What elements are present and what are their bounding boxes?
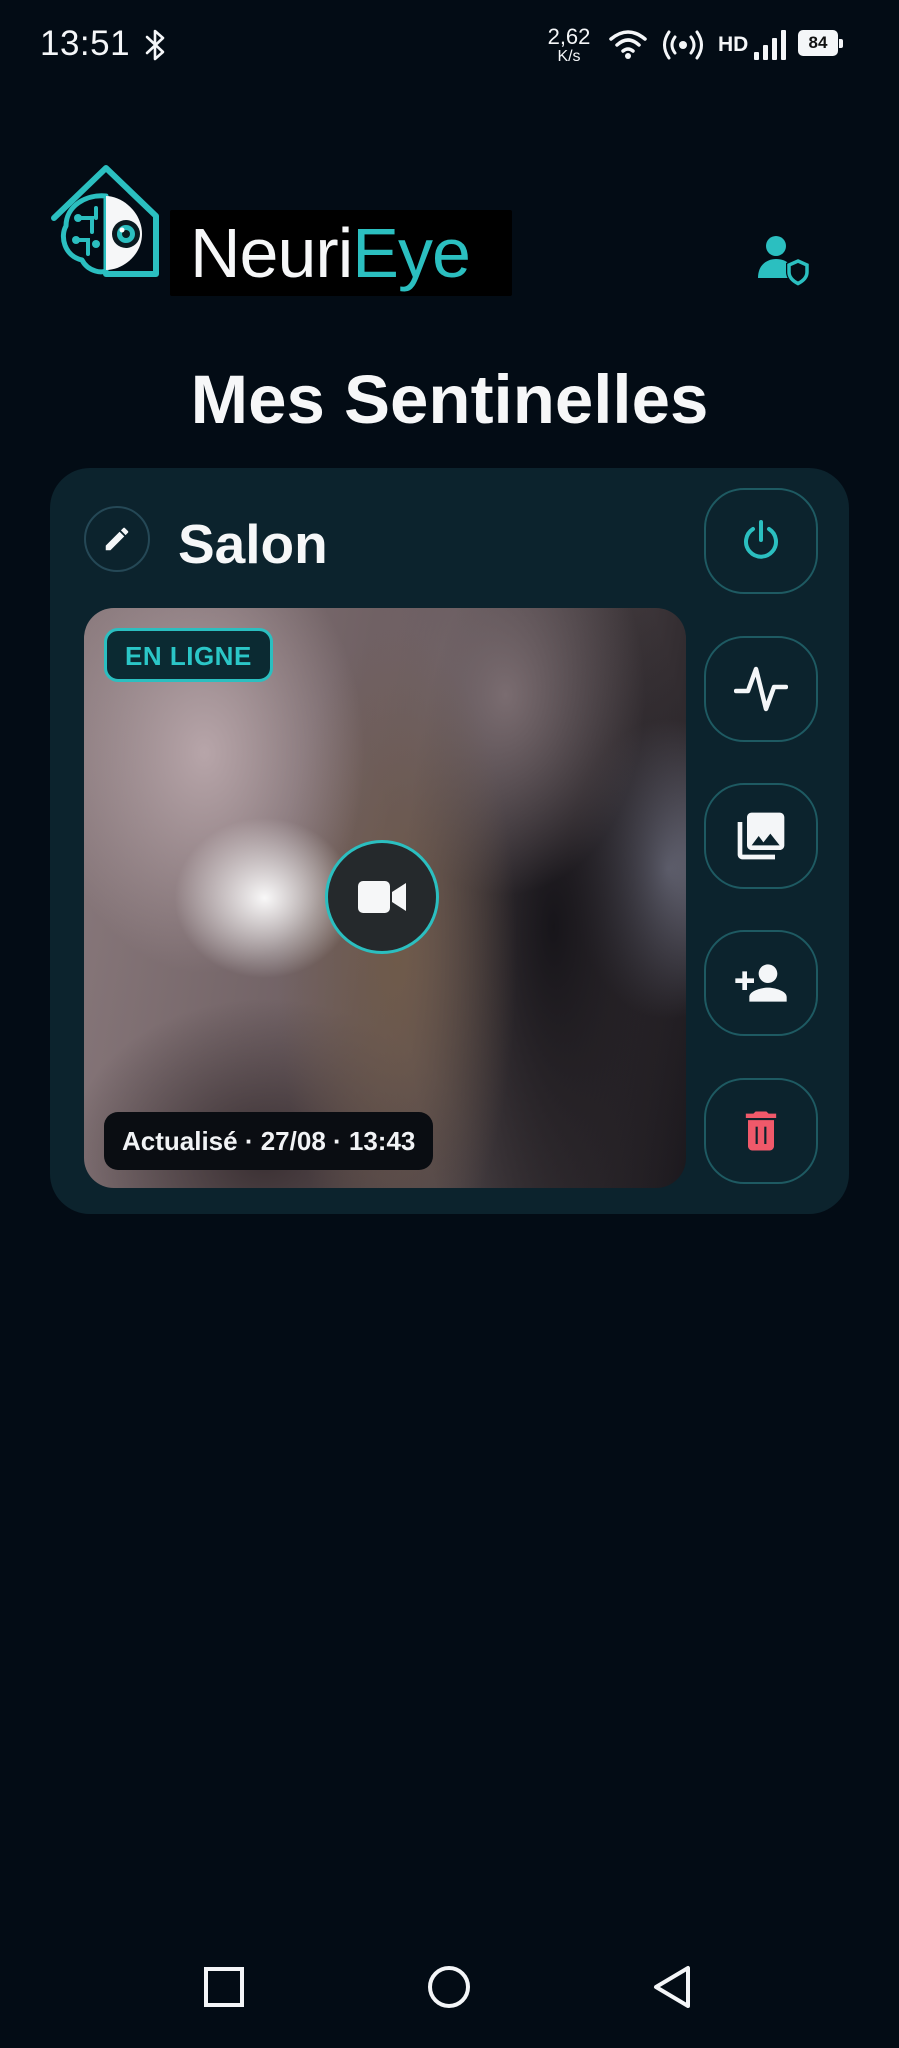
edit-name-button[interactable] [84,506,150,572]
last-updated-label: Actualisé · 27/08 · 13:43 [104,1112,434,1170]
status-bar: 13:51 2,62 K/s HD 84 [0,0,899,92]
brand-name-part2: Eye [352,214,471,292]
power-button[interactable] [704,488,818,594]
network-speed-unit: K/s [557,48,581,65]
back-button[interactable] [648,1962,698,2012]
home-button[interactable] [424,1962,474,2012]
delete-button[interactable] [704,1078,818,1184]
live-video-button[interactable] [325,840,439,954]
battery-level: 84 [808,33,828,52]
bluetooth-icon [145,29,165,61]
hotspot-icon [663,30,703,60]
add-user-icon [735,964,787,1002]
power-icon [744,520,778,559]
video-camera-icon [358,881,406,913]
add-user-button[interactable] [704,930,818,1036]
brand-name-part1: Neuri [190,214,353,292]
status-badge: EN LIGNE [104,628,273,682]
status-time: 13:51 [40,24,131,63]
gallery-icon [737,812,785,860]
recent-apps-button[interactable] [199,1962,249,2012]
network-speed: 2,62 K/s [543,26,595,65]
network-type-label: HD [718,33,749,56]
wifi-icon [609,30,647,59]
pencil-icon [105,527,129,551]
page-title: Mes Sentinelles [190,361,709,438]
trash-icon [745,1111,777,1151]
camera-preview[interactable]: EN LIGNE Actualisé · 27/08 · 13:43 [84,608,686,1188]
camera-name: Salon [178,513,328,575]
brand-logo-box: NeuriEye [170,210,512,296]
activity-icon [734,666,788,712]
camera-card: Salon EN LIGNE Actualisé · 27/08 · 13:43 [50,468,849,1214]
battery-indicator: 84 [798,30,843,56]
gallery-button[interactable] [704,783,818,889]
signal-icon [754,30,786,60]
brand-name: NeuriEye [190,218,471,288]
activity-button[interactable] [704,636,818,742]
network-speed-value: 2,62 [547,24,591,49]
neurieye-logo-icon [51,165,159,277]
account-shield-icon[interactable] [756,232,812,288]
